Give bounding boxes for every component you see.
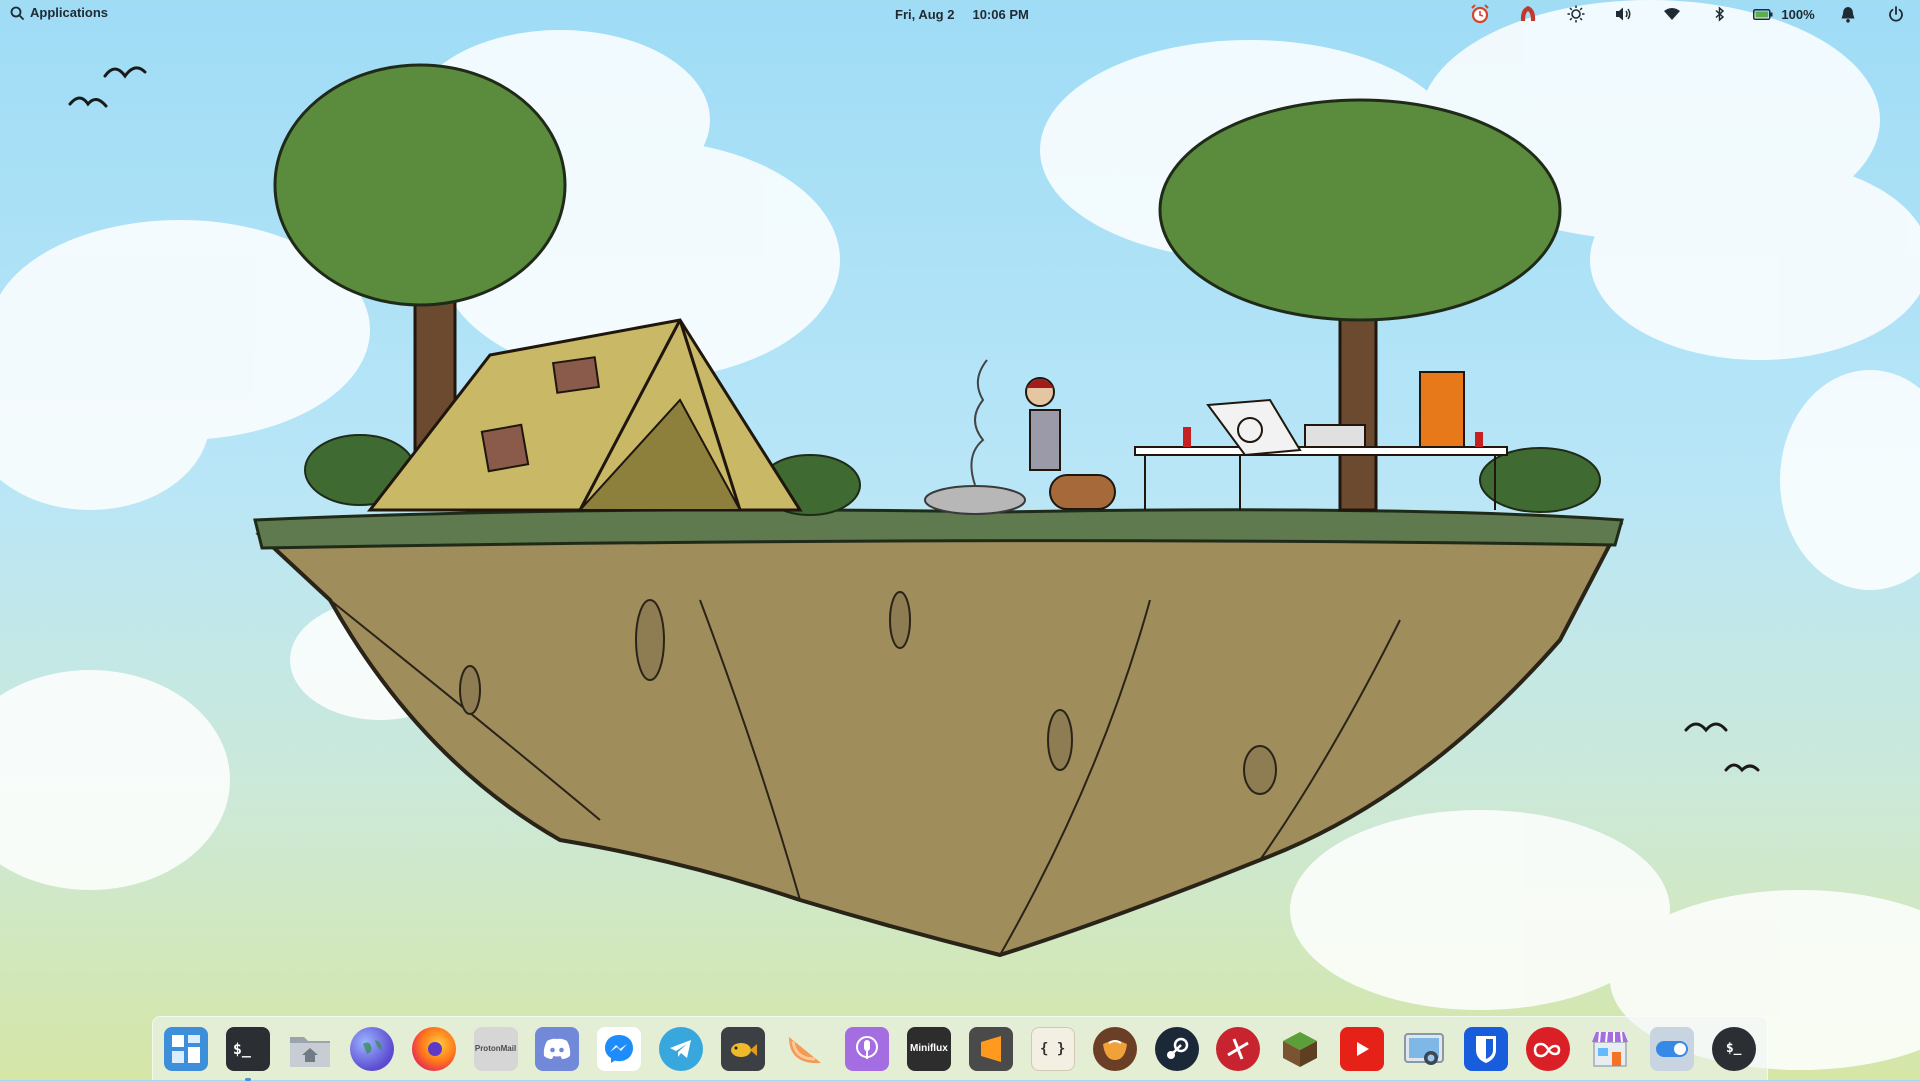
alarm-clock-icon[interactable] xyxy=(1456,0,1504,28)
coffee-icon xyxy=(1092,1026,1137,1071)
fish-icon xyxy=(721,1026,766,1071)
dock-item-terminal[interactable]: $_ xyxy=(223,1024,273,1081)
dock-item-system-settings[interactable] xyxy=(1647,1024,1697,1074)
volume-icon[interactable] xyxy=(1600,0,1648,28)
sublime-icon xyxy=(968,1026,1013,1071)
telegram-icon xyxy=(659,1026,704,1071)
date-time-indicator[interactable]: Fri, Aug 2 10:06 PM xyxy=(895,7,1029,22)
applications-menu[interactable]: Applications xyxy=(10,5,108,20)
terminal-icon: $_ xyxy=(225,1026,270,1071)
dock-item-web-browser[interactable] xyxy=(347,1024,397,1074)
dock-item-bitwarden[interactable] xyxy=(1461,1024,1511,1074)
dock-item-discord[interactable] xyxy=(532,1024,582,1074)
globe-icon xyxy=(349,1026,394,1071)
dock-item-code-editor[interactable]: { } xyxy=(1028,1024,1078,1074)
braces-icon: { } xyxy=(1030,1026,1075,1071)
power-icon[interactable] xyxy=(1872,0,1920,28)
dock-item-appcenter[interactable] xyxy=(1585,1024,1635,1074)
brightness-icon[interactable] xyxy=(1552,0,1600,28)
dock-item-screenshot[interactable] xyxy=(1399,1024,1449,1074)
miniflux-icon: Miniflux xyxy=(906,1026,951,1071)
podcast-icon xyxy=(844,1026,889,1071)
running-indicator xyxy=(244,1077,251,1081)
multitasking-icon xyxy=(164,1026,208,1071)
messenger-icon xyxy=(597,1026,642,1071)
dock-item-cafe[interactable] xyxy=(1090,1024,1140,1074)
dock-item-terminal-alt[interactable]: $_ xyxy=(1709,1024,1759,1074)
dock-item-messenger[interactable] xyxy=(594,1024,644,1074)
firefox-icon xyxy=(411,1026,456,1071)
dock-item-steam[interactable] xyxy=(1152,1024,1202,1074)
dock-item-protonmail[interactable]: ProtonMail xyxy=(471,1024,521,1074)
dock-item-minecraft[interactable] xyxy=(1275,1024,1325,1074)
dock: $_ ProtonMail Miniflux {} $_ xyxy=(152,1016,1768,1081)
terminal-face-icon: $_ xyxy=(1711,1026,1756,1071)
vocal-icon xyxy=(1216,1026,1261,1071)
dock-item-podcasts[interactable] xyxy=(842,1024,892,1074)
dock-item-creative-cloud[interactable] xyxy=(1523,1024,1573,1074)
store-icon xyxy=(1588,1027,1632,1071)
screenshot-icon xyxy=(1402,1027,1446,1071)
top-panel: Applications Fri, Aug 2 10:06 PM 100% xyxy=(0,0,1920,28)
dock-item-multitasking-view[interactable] xyxy=(161,1024,211,1074)
system-tray: 100% xyxy=(1456,0,1920,28)
grass-block-icon xyxy=(1278,1027,1322,1071)
dock-item-youtube[interactable] xyxy=(1337,1024,1387,1074)
notifications-bell-icon[interactable] xyxy=(1824,0,1872,28)
protonmail-icon: ProtonMail xyxy=(473,1026,518,1071)
dock-item-miniflux[interactable]: Miniflux xyxy=(904,1024,954,1074)
dock-item-vocal[interactable] xyxy=(1213,1024,1263,1074)
dock-item-telegram[interactable] xyxy=(656,1024,706,1074)
melon-icon xyxy=(783,1027,827,1071)
toggle-icon xyxy=(1649,1026,1694,1071)
dock-item-melon[interactable] xyxy=(780,1024,830,1074)
date-label: Fri, Aug 2 xyxy=(895,7,955,22)
battery-percentage: 100% xyxy=(1781,6,1815,22)
bluetooth-icon[interactable] xyxy=(1696,0,1744,28)
youtube-icon xyxy=(1340,1026,1385,1071)
battery-icon xyxy=(1753,8,1773,20)
desktop-wallpaper xyxy=(0,0,1920,1080)
dock-item-files[interactable] xyxy=(285,1024,335,1074)
folder-home-icon xyxy=(288,1027,332,1071)
creative-cloud-icon xyxy=(1525,1026,1570,1071)
search-icon xyxy=(10,6,24,20)
dock-item-firefox[interactable] xyxy=(409,1024,459,1074)
time-label: 10:06 PM xyxy=(972,7,1029,22)
applications-label: Applications xyxy=(30,5,109,20)
discord-icon xyxy=(535,1026,580,1071)
shield-icon xyxy=(1464,1026,1509,1071)
dock-item-podcast-fish[interactable] xyxy=(718,1024,768,1074)
vpn-icon[interactable] xyxy=(1504,0,1552,28)
dock-item-sublime-text[interactable] xyxy=(966,1024,1016,1074)
wifi-icon[interactable] xyxy=(1648,0,1696,28)
steam-icon xyxy=(1154,1026,1199,1071)
battery-indicator[interactable]: 100% xyxy=(1744,0,1824,28)
